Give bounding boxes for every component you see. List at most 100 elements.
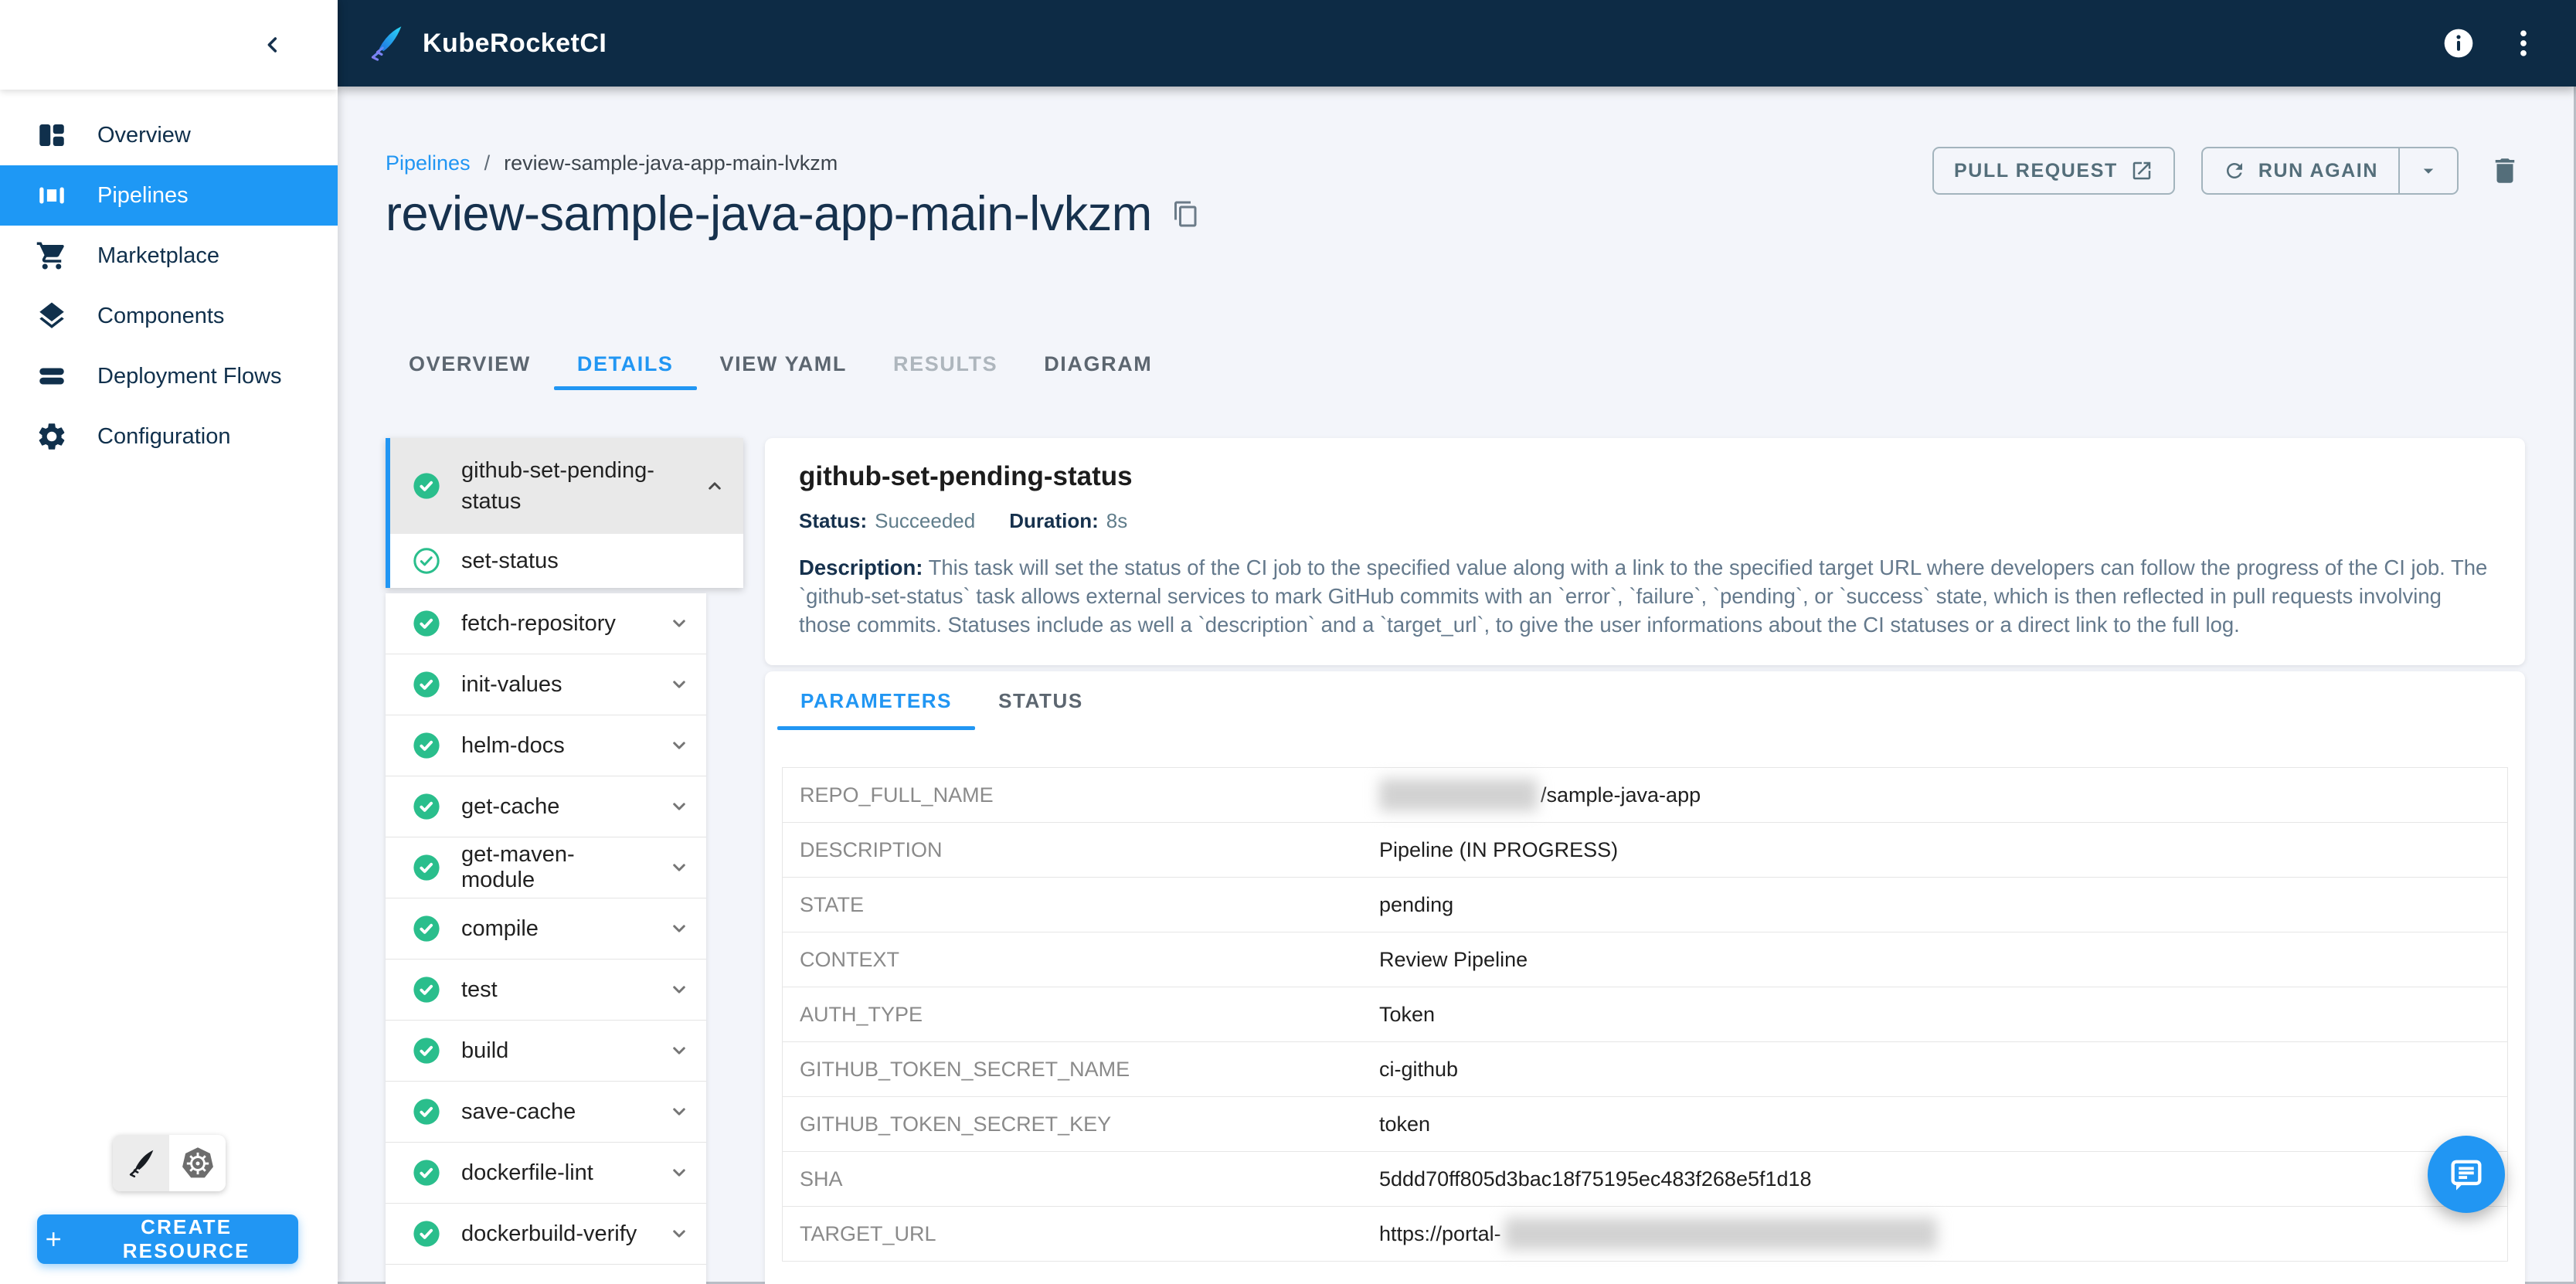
- param-row-github_token_secret_name: GITHUB_TOKEN_SECRET_NAME ci-github: [783, 1042, 2507, 1097]
- subtab-status[interactable]: STATUS: [975, 671, 1106, 730]
- sidebar-item-deployment-flows[interactable]: Deployment Flows: [0, 346, 338, 406]
- task-details-column: github-set-pending-status Status: Succeed…: [765, 438, 2525, 1284]
- sidebar-item-configuration[interactable]: Configuration: [0, 406, 338, 467]
- chevron-down-icon[interactable]: [668, 856, 691, 879]
- task-item-save-cache[interactable]: save-cache: [386, 1082, 706, 1143]
- task-item-helm-docs[interactable]: helm-docs: [386, 715, 706, 776]
- success-check-icon: [413, 1099, 440, 1125]
- main-content: Pipelines / review-sample-java-app-main-…: [338, 87, 2576, 1284]
- task-name: test: [461, 977, 498, 1002]
- param-key: AUTH_TYPE: [800, 1002, 923, 1026]
- task-item-dockerbuild-verify[interactable]: dockerbuild-verify: [386, 1204, 706, 1265]
- success-check-icon: [413, 473, 440, 499]
- breadcrumb-pipelines-link[interactable]: Pipelines: [386, 151, 471, 175]
- provider-toggle: [113, 1135, 226, 1191]
- overflow-menu-button[interactable]: [2502, 22, 2545, 65]
- delete-pipeline-button[interactable]: [2485, 151, 2525, 191]
- tab-diagram[interactable]: DIAGRAM: [1021, 339, 1175, 389]
- task-item-init-values[interactable]: init-values: [386, 654, 706, 715]
- task-item-github-set-pending-status[interactable]: github-set-pending-status: [390, 438, 743, 534]
- status-label: Status:: [799, 509, 868, 532]
- kubernetes-icon: [182, 1146, 213, 1177]
- task-list-column: github-set-pending-status set-status fetch…: [386, 438, 743, 1284]
- copy-name-button[interactable]: [1172, 200, 1200, 228]
- param-row-context: CONTEXT Review Pipeline: [783, 932, 2507, 987]
- task-item-compile[interactable]: compile: [386, 898, 706, 960]
- subtab-parameters[interactable]: PARAMETERS: [777, 671, 976, 730]
- param-row-target_url: TARGET_URL https://portal-: [783, 1207, 2507, 1262]
- task-name: fetch-repository: [461, 610, 616, 636]
- chat-fab-button[interactable]: [2428, 1136, 2505, 1213]
- step-name: set-status: [461, 548, 559, 573]
- tab-overview[interactable]: OVERVIEW: [386, 339, 554, 389]
- param-value: https://portal-: [1379, 1218, 1937, 1250]
- sidebar-item-label: Configuration: [97, 423, 231, 449]
- kuberocketci-view-toggle[interactable]: [113, 1135, 169, 1191]
- task-item-get-maven-module[interactable]: get-maven-module: [386, 837, 706, 898]
- param-value-text: pending: [1379, 892, 1454, 916]
- chevron-down-icon[interactable]: [668, 1100, 691, 1123]
- param-value: token: [1379, 1112, 1430, 1136]
- sidebar-item-components[interactable]: Components: [0, 286, 338, 346]
- run-again-dropdown-button[interactable]: [2400, 148, 2457, 193]
- param-value-text: token: [1379, 1112, 1431, 1136]
- success-check-icon: [413, 915, 440, 942]
- chevron-up-icon[interactable]: [703, 474, 726, 498]
- app-window: Overview Pipelines Marketplace Components De…: [0, 0, 2576, 1284]
- task-name: build: [461, 1038, 509, 1063]
- param-value: Token: [1379, 1003, 1435, 1027]
- chevron-down-icon[interactable]: [668, 612, 691, 635]
- caret-down-icon: [2423, 168, 2434, 174]
- header-actions: PULL REQUEST RUN AGAIN: [1932, 147, 2525, 195]
- sidebar-header: [0, 0, 338, 90]
- chevron-down-icon[interactable]: [668, 1039, 691, 1062]
- external-link-icon: [2133, 161, 2151, 180]
- info-button[interactable]: [2437, 22, 2480, 65]
- param-value-text: ci-github: [1379, 1057, 1459, 1081]
- param-value-text: 5ddd70ff805d3bac18f75195ec483f268e5f1d18: [1379, 1167, 1812, 1191]
- task-item-dockerfile-lint[interactable]: dockerfile-lint: [386, 1143, 706, 1204]
- create-resource-button[interactable]: CREATE RESOURCE: [37, 1214, 298, 1264]
- task-name: init-values: [461, 671, 562, 697]
- task-item-test[interactable]: test: [386, 960, 706, 1021]
- chevron-down-icon[interactable]: [668, 1222, 691, 1245]
- success-check-icon: [413, 793, 440, 820]
- description-label: Description:: [799, 555, 923, 579]
- task-summary-card: github-set-pending-status Status: Succeed…: [765, 438, 2525, 665]
- param-value: /sample-java-app: [1379, 779, 1701, 811]
- param-value: Review Pipeline: [1379, 948, 1528, 972]
- chevron-down-icon[interactable]: [668, 795, 691, 818]
- tab-view-yaml[interactable]: VIEW YAML: [697, 339, 870, 389]
- pull-request-button[interactable]: PULL REQUEST: [1932, 147, 2175, 195]
- chevron-down-icon[interactable]: [668, 917, 691, 940]
- breadcrumb-separator: /: [484, 151, 491, 175]
- plus-icon: [46, 1232, 61, 1246]
- task-name: save-cache: [461, 1099, 576, 1124]
- sidebar-item-label: Pipelines: [97, 182, 189, 208]
- task-item-get-cache[interactable]: get-cache: [386, 776, 706, 837]
- task-item-fetch-repository[interactable]: fetch-repository: [386, 593, 706, 654]
- sidebar-item-overview[interactable]: Overview: [0, 105, 338, 165]
- sidebar-item-pipelines[interactable]: Pipelines: [0, 165, 338, 226]
- run-again-button[interactable]: RUN AGAIN: [2203, 148, 2398, 193]
- param-row-auth_type: AUTH_TYPE Token: [783, 987, 2507, 1042]
- task-description: Description: This task will set the stat…: [799, 553, 2491, 639]
- chevron-down-icon[interactable]: [668, 673, 691, 696]
- task-step-set-status[interactable]: set-status: [390, 534, 743, 588]
- sidebar-item-marketplace[interactable]: Marketplace: [0, 226, 338, 286]
- success-check-icon: [413, 1160, 440, 1186]
- sidebar: Overview Pipelines Marketplace Components De…: [0, 0, 338, 1284]
- refresh-icon: [2226, 163, 2242, 178]
- run-again-split-button: RUN AGAIN: [2200, 147, 2459, 195]
- copy-icon: [1174, 201, 1197, 227]
- task-item-build[interactable]: build: [386, 1021, 706, 1082]
- kebab-menu-icon: [2520, 30, 2527, 56]
- tab-details[interactable]: DETAILS: [553, 339, 697, 390]
- chevron-down-icon[interactable]: [668, 1161, 691, 1184]
- kubernetes-view-toggle[interactable]: [169, 1135, 226, 1191]
- app-logo[interactable]: KubeRocketCI: [364, 21, 607, 66]
- chevron-down-icon[interactable]: [668, 734, 691, 757]
- sidebar-collapse-button[interactable]: [253, 25, 293, 65]
- chevron-down-icon[interactable]: [668, 978, 691, 1001]
- param-row-github_token_secret_key: GITHUB_TOKEN_SECRET_KEY token: [783, 1097, 2507, 1152]
